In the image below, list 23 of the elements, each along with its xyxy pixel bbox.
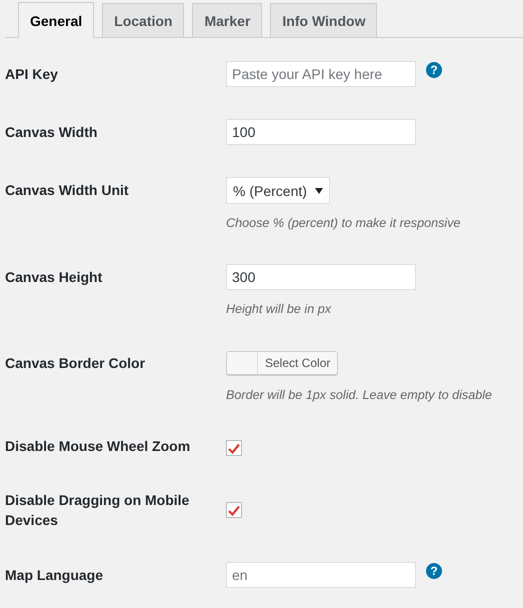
color-picker-button[interactable]: Select Color [226, 351, 338, 375]
hint-text: Height will be in px [226, 301, 332, 318]
input-field[interactable]: 300 [226, 264, 416, 290]
dropdown[interactable]: % (Percent) [226, 177, 330, 204]
input-field[interactable]: 100 [226, 119, 416, 145]
hint-text: Choose % (percent) to make it responsive [226, 215, 462, 232]
tab[interactable]: Marker [192, 3, 262, 37]
setting-label: Canvas Width [5, 123, 98, 142]
tab[interactable]: Location [102, 3, 184, 37]
tab[interactable]: General [18, 2, 94, 38]
setting-label: Canvas Width Unit [5, 181, 130, 200]
setting-label: Canvas Height [5, 268, 104, 287]
setting-label: Disable Dragging on Mobile Devices [5, 491, 190, 530]
hint-text: Border will be 1px solid. Leave empty to disable [226, 387, 494, 404]
help-icon[interactable]: ? [426, 563, 442, 579]
help-icon[interactable]: ? [426, 62, 442, 78]
setting-label: Canvas Border Color [5, 354, 146, 373]
tab[interactable]: Info Window [270, 3, 378, 37]
setting-label: API Key [5, 65, 59, 84]
setting-label: Map Language [5, 566, 104, 585]
input-field[interactable]: en [226, 562, 416, 588]
setting-label: Disable Mouse Wheel Zoom [5, 437, 192, 456]
input-field[interactable]: Paste your API key here [226, 61, 416, 87]
